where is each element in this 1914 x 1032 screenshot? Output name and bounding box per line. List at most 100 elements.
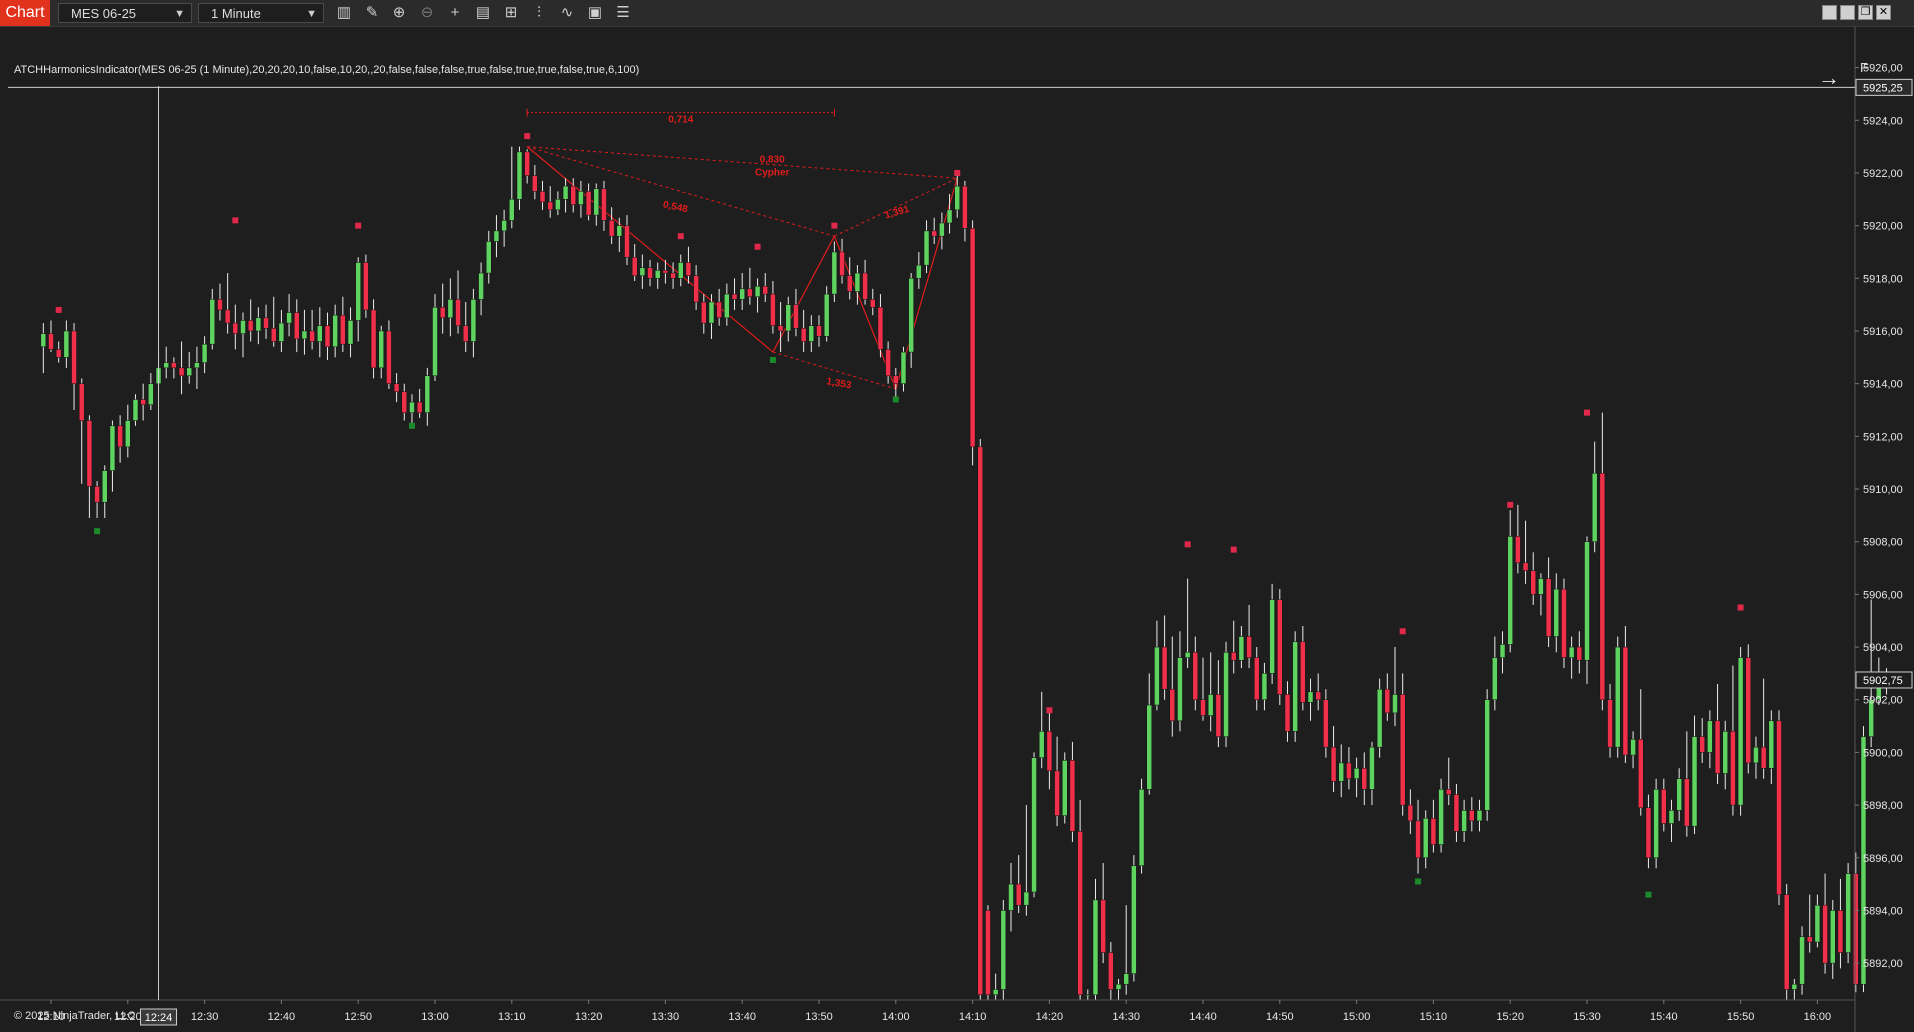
candle-body — [263, 317, 269, 329]
candle-body — [324, 325, 331, 348]
candle-body — [1223, 652, 1229, 737]
candle-body — [240, 320, 246, 334]
candle-body — [524, 151, 530, 176]
candle-body — [1814, 904, 1821, 943]
candle-body — [555, 199, 561, 211]
chart-tab[interactable]: Chart — [0, 0, 50, 26]
candle-body — [55, 349, 62, 358]
candle-body — [1561, 588, 1567, 658]
timeframe-selector[interactable]: 1 Minute ▼ — [198, 3, 324, 23]
candle — [1561, 578, 1567, 669]
candle-body — [893, 375, 899, 384]
candle-body — [747, 288, 753, 298]
candle-body — [1062, 760, 1068, 816]
candle-body — [1699, 736, 1705, 753]
swing-low-marker — [1645, 891, 1652, 898]
strategies-icon[interactable]: ∿ — [556, 3, 578, 23]
bar-chart-icon[interactable]: ▥ — [333, 3, 355, 23]
time-tick-label: 12:30 — [191, 1011, 219, 1023]
candle-body — [1000, 910, 1007, 990]
chevron-down-icon: ▼ — [306, 8, 317, 20]
candle-body — [916, 264, 922, 279]
candle-body — [1730, 731, 1736, 806]
f-button[interactable]: F — [1857, 60, 1871, 78]
chart-toolbar: Chart MES 06-25 ▼ 1 Minute ▼ ▥ ✎ ⊕ ⊖ + ▤… — [0, 0, 1914, 27]
arrow-right-icon[interactable]: → — [1818, 67, 1840, 89]
candle-body — [217, 299, 223, 311]
candle-body — [1853, 873, 1859, 985]
template-icon[interactable]: ▣ — [584, 3, 606, 23]
candle-body — [1184, 652, 1191, 658]
candle-body — [1161, 646, 1168, 690]
candle-body — [201, 343, 208, 363]
candle-body — [1707, 720, 1713, 753]
price-tick-label: 5896,00 — [1863, 853, 1903, 865]
candle-body — [1077, 831, 1083, 995]
candle-body — [846, 275, 853, 292]
candle-body — [1545, 578, 1552, 637]
candle-body — [1684, 778, 1690, 827]
candle-body — [1553, 588, 1560, 637]
candle — [1062, 752, 1068, 824]
price-chart[interactable]: 0,7140,830Cypher0,548 1,3911,353 5892,005… — [0, 27, 1914, 1032]
crosshair-icon[interactable]: + — [444, 3, 466, 23]
candle-body — [1607, 699, 1613, 748]
swing-high-marker — [831, 222, 838, 229]
maximize-icon[interactable] — [1840, 5, 1855, 20]
candle-body — [1100, 899, 1106, 953]
candle-body — [1008, 883, 1014, 911]
candle-body — [1691, 736, 1698, 827]
candle-body — [1714, 720, 1721, 774]
candle-body — [63, 330, 70, 358]
candle-body — [800, 328, 807, 342]
instrument-selector[interactable]: MES 06-25 ▼ — [58, 3, 192, 23]
chart-panel[interactable]: 0,714 0,830 Cypher 0,548 1,391 1,353 5892,00 5… — [0, 27, 1914, 1032]
candle — [1138, 778, 1145, 874]
candle-body — [593, 188, 600, 216]
pattern-ratio-label: 0,714 — [668, 115, 693, 126]
candle-body — [977, 446, 984, 995]
candle-body — [1760, 746, 1767, 769]
price-tick-label: 5892,00 — [1863, 958, 1903, 970]
candle-body — [547, 201, 553, 211]
close-icon[interactable]: ✕ — [1876, 5, 1891, 20]
zoom-out-icon[interactable]: ⊖ — [416, 3, 438, 23]
candle-body — [1038, 731, 1045, 758]
candle-body — [1522, 562, 1529, 571]
candle-body — [1269, 599, 1275, 674]
candle — [1292, 631, 1298, 742]
candle-body — [1123, 973, 1129, 985]
crosshair-time-label: 12:24 — [145, 1012, 173, 1024]
candle-body — [1591, 472, 1598, 542]
minimize-icon[interactable] — [1822, 5, 1837, 20]
candle-body — [885, 349, 891, 377]
candle-body — [171, 362, 177, 369]
price-tick-label: 5914,00 — [1863, 379, 1903, 391]
candle-body — [1783, 894, 1790, 990]
candle-body — [1261, 673, 1268, 700]
list-icon[interactable]: ☰ — [612, 3, 634, 23]
candle-body — [309, 330, 315, 342]
pencil-icon[interactable]: ✎ — [361, 3, 383, 23]
time-tick-label: 15:30 — [1573, 1011, 1601, 1023]
candle-body — [946, 209, 953, 224]
candle-body — [701, 301, 707, 324]
time-tick-label: 13:40 — [728, 1011, 756, 1023]
candle-body — [1300, 641, 1306, 703]
candle-body — [931, 230, 937, 237]
candle-body — [347, 320, 354, 345]
candle — [1223, 641, 1229, 748]
swing-high-marker — [677, 233, 684, 240]
data-box-icon[interactable]: ▤ — [472, 3, 494, 23]
crosshair-price-label: 5925,25 — [1863, 82, 1903, 94]
candle-body — [370, 309, 377, 369]
price-tick-label: 5920,00 — [1863, 221, 1903, 233]
indicators-icon[interactable]: ⫶ — [528, 3, 550, 23]
zoom-in-icon[interactable]: ⊕ — [388, 3, 410, 23]
candle-body — [831, 251, 838, 295]
candle-body — [509, 199, 515, 221]
restore-icon[interactable]: ❐ — [1858, 5, 1873, 20]
candle-body — [432, 307, 438, 377]
properties-icon[interactable]: ⊞ — [500, 3, 522, 23]
swing-high-marker — [1737, 604, 1744, 611]
